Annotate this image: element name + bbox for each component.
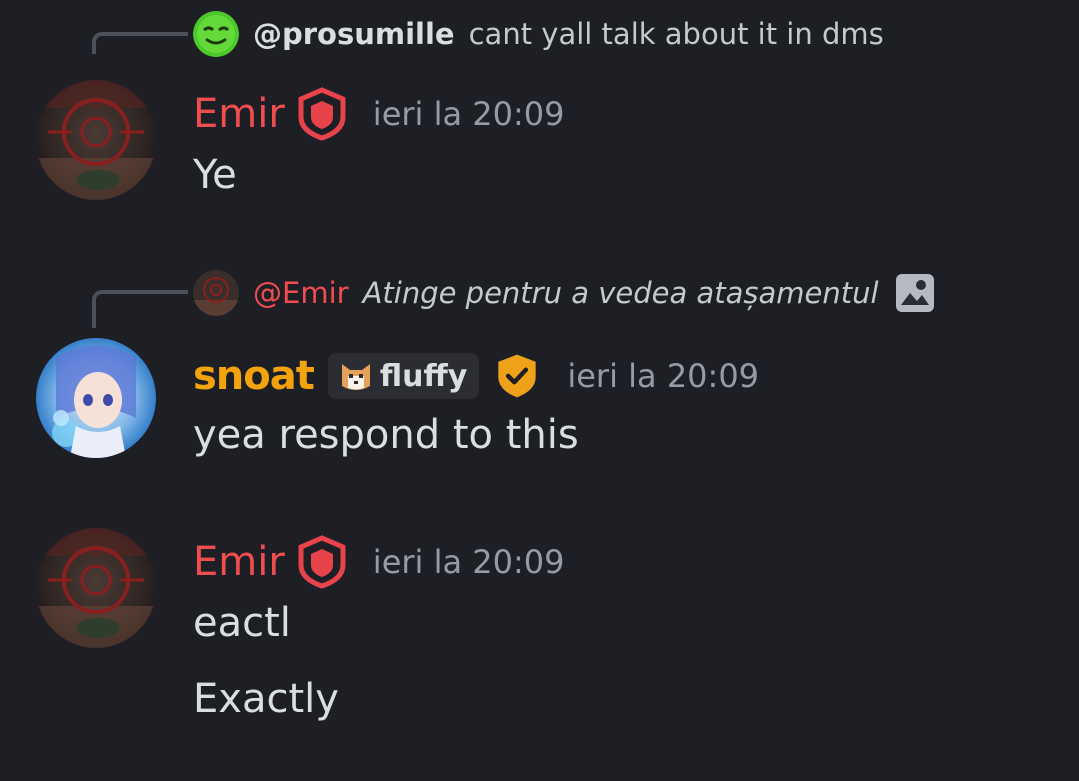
- reply-preview[interactable]: @prosumille cant yall talk about it in d…: [193, 9, 884, 59]
- reply-connector: [92, 290, 188, 328]
- author-name[interactable]: Emir: [193, 539, 285, 585]
- timestamp: ieri la 20:09: [567, 357, 760, 395]
- message-text: yea respond to this: [193, 412, 579, 458]
- red-shield-icon[interactable]: [295, 535, 349, 589]
- orange-verified-shield-icon[interactable]: [493, 352, 541, 400]
- avatar[interactable]: [36, 338, 156, 458]
- snoat-avatar-icon: [36, 338, 156, 458]
- message-header: Emir ieri la 20:09: [193, 86, 564, 142]
- timestamp: ieri la 20:09: [372, 543, 565, 581]
- chat-log: @prosumille cant yall talk about it in d…: [0, 0, 1079, 781]
- reply-author[interactable]: @Emir: [253, 276, 349, 310]
- cat-icon: [341, 364, 370, 390]
- author-name[interactable]: Emir: [193, 91, 285, 137]
- reply-text: cant yall talk about it in dms: [468, 17, 884, 51]
- message-header: Emir ieri la 20:09: [193, 534, 564, 590]
- avatar[interactable]: [36, 528, 156, 648]
- message-text: eactl: [193, 600, 291, 646]
- emir-avatar-icon: [36, 528, 156, 648]
- reply-text[interactable]: Atinge pentru a vedea atașamentul: [363, 276, 879, 310]
- message-text: Ye: [193, 152, 237, 198]
- message-header: snoat fluffy ieri la 20:09: [193, 348, 759, 404]
- reply-author[interactable]: @prosumille: [253, 17, 455, 51]
- green-smiley-avatar: [193, 11, 239, 57]
- image-icon[interactable]: [895, 273, 935, 313]
- timestamp: ieri la 20:09: [372, 95, 565, 133]
- avatar[interactable]: [36, 80, 156, 200]
- reply-preview[interactable]: @Emir Atinge pentru a vedea atașamentul: [193, 268, 935, 318]
- red-shield-icon[interactable]: [295, 87, 349, 141]
- guild-tag-label: fluffy: [379, 358, 468, 394]
- emir-avatar-icon: [36, 80, 156, 200]
- reply-connector: [92, 32, 188, 54]
- message-text: Exactly: [193, 676, 339, 722]
- author-name[interactable]: snoat: [193, 353, 315, 399]
- emir-avatar: [193, 270, 239, 316]
- guild-tag[interactable]: fluffy: [327, 353, 480, 399]
